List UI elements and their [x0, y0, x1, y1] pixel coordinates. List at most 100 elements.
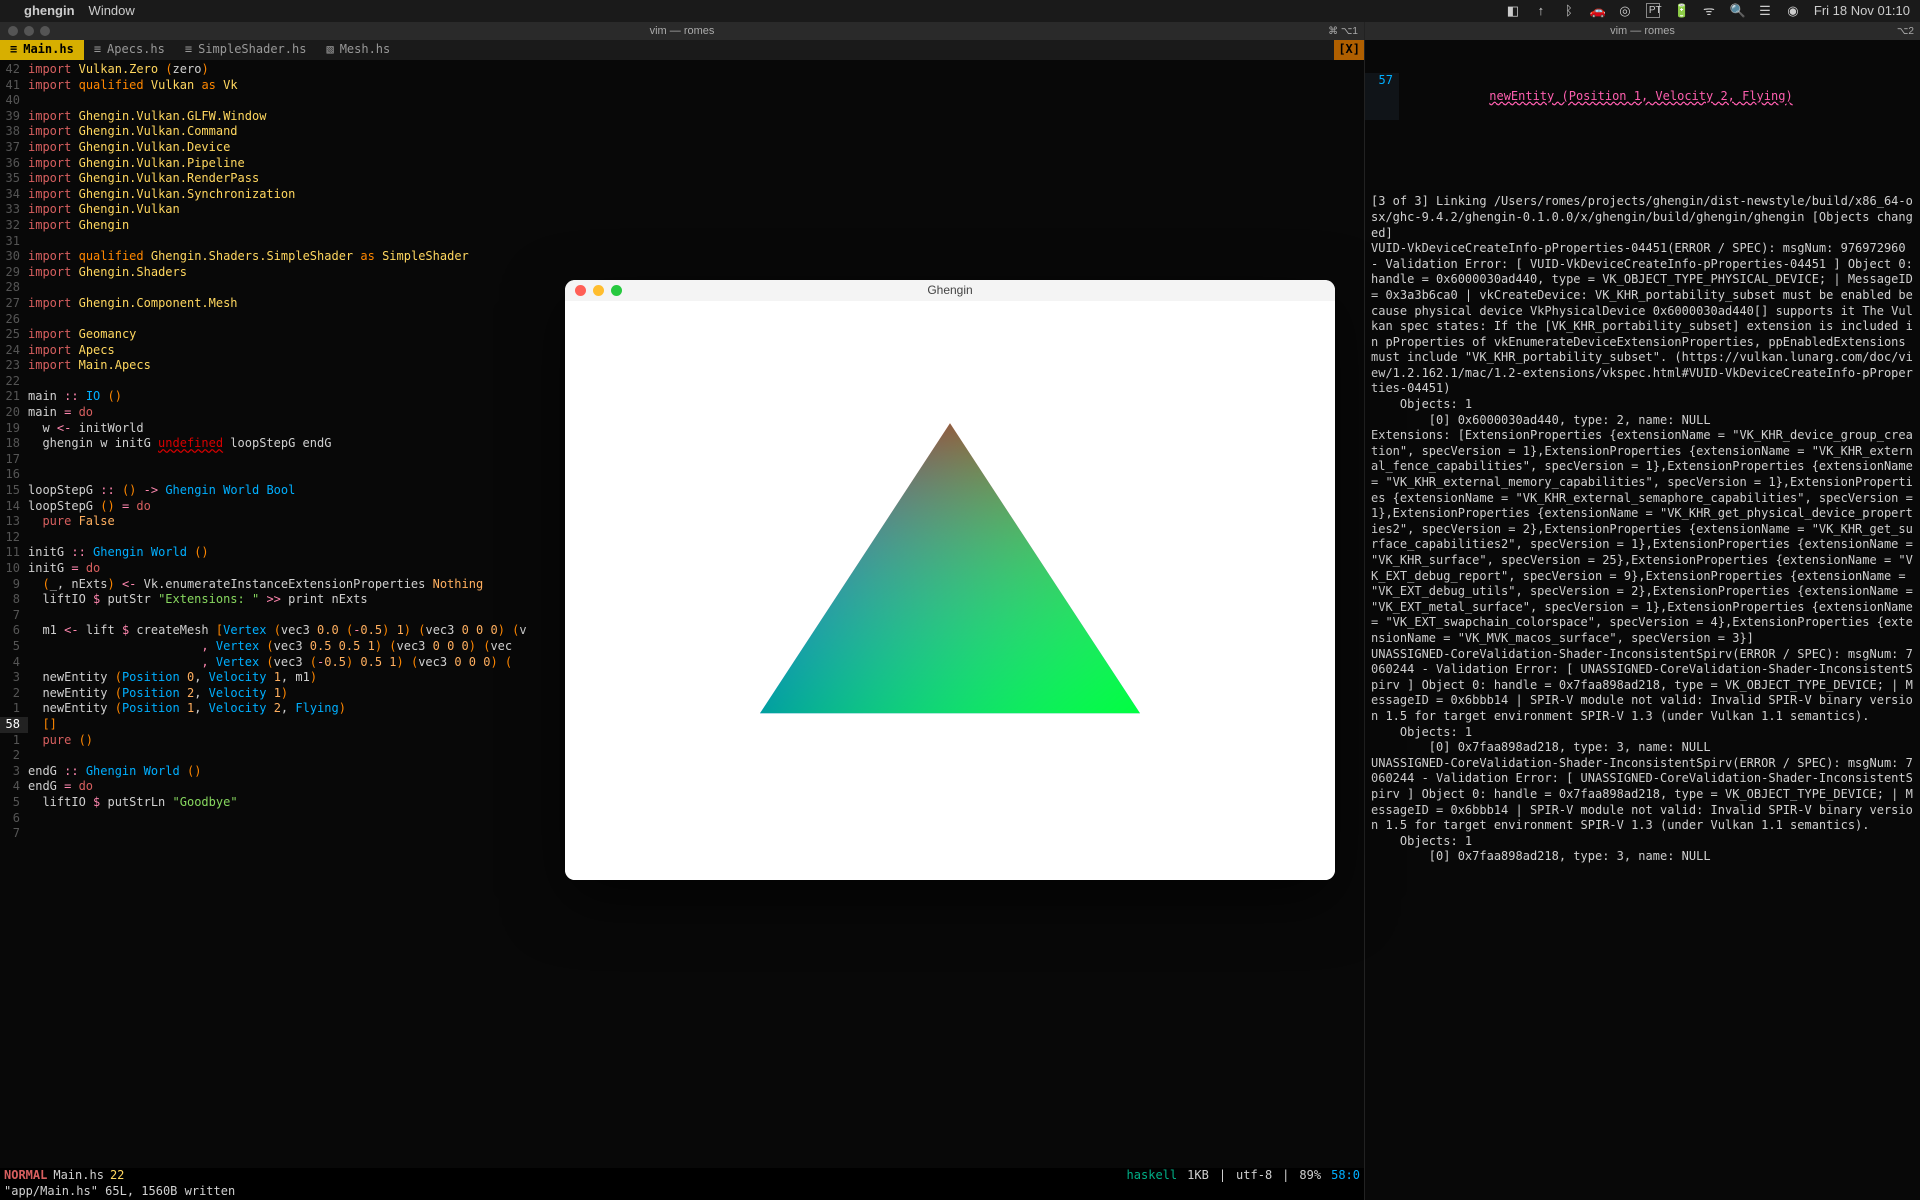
- pane-shortcut: ⌘ ⌥1: [1328, 25, 1358, 38]
- line-number: 27: [0, 296, 28, 312]
- code-line[interactable]: 29import Ghengin.Shaders: [0, 265, 1364, 281]
- line-number: 8: [0, 592, 28, 608]
- line-number: 12: [0, 530, 28, 546]
- menu-window[interactable]: Window: [89, 3, 135, 20]
- terminal-title: vim — romes: [650, 24, 715, 38]
- code-text: pure (): [28, 733, 93, 749]
- code-text: pure False: [28, 514, 115, 530]
- terminal-titlebar: vim — romes ⌘ ⌥1: [0, 22, 1364, 40]
- code-text: m1 <- lift $ createMesh [Vertex (vec3 0.…: [28, 623, 527, 639]
- code-text: import qualified Ghengin.Shaders.SimpleS…: [28, 249, 469, 265]
- tab-label: Main.hs: [23, 42, 74, 58]
- file-icon: ≡: [94, 42, 101, 58]
- code-text: import Ghengin.Vulkan.RenderPass: [28, 171, 259, 187]
- siri-icon[interactable]: ◉: [1786, 3, 1800, 20]
- line-number: 9: [0, 577, 28, 593]
- code-line[interactable]: 42import Vulkan.Zero (zero): [0, 62, 1364, 78]
- line-number: 18: [0, 436, 28, 452]
- tab-close-indicator[interactable]: [X]: [1334, 40, 1364, 60]
- target-icon[interactable]: ◎: [1618, 3, 1632, 20]
- line-number: 31: [0, 234, 28, 250]
- code-line[interactable]: 40: [0, 93, 1364, 109]
- file-icon: ≡: [10, 42, 17, 58]
- tab-label: Mesh.hs: [340, 42, 391, 58]
- line-number: 15: [0, 483, 28, 499]
- input-source[interactable]: PT: [1646, 3, 1660, 18]
- status-file: Main.hs: [53, 1168, 104, 1184]
- line-number: 4: [0, 779, 28, 795]
- line-number: 6: [0, 623, 28, 639]
- code-line[interactable]: 38import Ghengin.Vulkan.Command: [0, 124, 1364, 140]
- line-number: 35: [0, 171, 28, 187]
- battery-icon[interactable]: 🔋: [1674, 3, 1688, 20]
- line-number: 16: [0, 467, 28, 483]
- code-text: import Ghengin.Vulkan: [28, 202, 180, 218]
- code-line[interactable]: 37import Ghengin.Vulkan.Device: [0, 140, 1364, 156]
- wifi-icon[interactable]: ᯤ: [1702, 3, 1716, 20]
- code-text: loopStepG :: () -> Ghengin World Bool: [28, 483, 295, 499]
- line-number: 34: [0, 187, 28, 203]
- code-text: import Ghengin.Vulkan.Device: [28, 140, 230, 156]
- line-number: 3: [0, 670, 28, 686]
- code-text: import Main.Apecs: [28, 358, 151, 374]
- control-center-icon[interactable]: ☰: [1758, 3, 1772, 20]
- code-text: newEntity (Position 2, Velocity 1): [28, 686, 288, 702]
- status-icon[interactable]: ◧: [1506, 3, 1520, 20]
- window-titlebar[interactable]: Ghengin: [565, 280, 1335, 301]
- log-body: [3 of 3] Linking /Users/romes/projects/g…: [1365, 194, 1920, 865]
- line-number: 33: [0, 202, 28, 218]
- line-number: 32: [0, 218, 28, 234]
- terminal-title: vim — romes: [1610, 24, 1675, 38]
- build-log[interactable]: 57 newEntity (Position 1, Velocity 2, Fl…: [1365, 40, 1920, 1200]
- code-text: []: [28, 717, 57, 733]
- tab-apecs-hs[interactable]: ≡ Apecs.hs: [84, 40, 175, 60]
- ghengin-window[interactable]: Ghengin: [565, 280, 1335, 880]
- code-text: main = do: [28, 405, 93, 421]
- line-number: 58: [0, 717, 28, 733]
- code-text: initG :: Ghengin World (): [28, 545, 209, 561]
- line-number: 40: [0, 93, 28, 109]
- line-number: 4: [0, 655, 28, 671]
- line-number: 37: [0, 140, 28, 156]
- line-number: 57: [1365, 73, 1399, 120]
- code-text: endG :: Ghengin World (): [28, 764, 201, 780]
- window-title: Ghengin: [565, 283, 1335, 299]
- code-line[interactable]: 33import Ghengin.Vulkan: [0, 202, 1364, 218]
- line-number: 26: [0, 312, 28, 328]
- spotlight-icon[interactable]: 🔍: [1730, 3, 1744, 20]
- line-number: 5: [0, 639, 28, 655]
- line-number: 24: [0, 343, 28, 359]
- tab-mesh-hs[interactable]: ▧ Mesh.hs: [316, 40, 400, 60]
- file-icon: ≡: [185, 42, 192, 58]
- code-line[interactable]: 30import qualified Ghengin.Shaders.Simpl…: [0, 249, 1364, 265]
- car-icon[interactable]: 🚗: [1590, 3, 1604, 20]
- vim-mode: NORMAL: [4, 1168, 47, 1184]
- tab-simpleshader-hs[interactable]: ≡ SimpleShader.hs: [175, 40, 317, 60]
- code-line[interactable]: 31: [0, 234, 1364, 250]
- line-number: 7: [0, 826, 28, 842]
- line-number: 36: [0, 156, 28, 172]
- code-line[interactable]: 32import Ghengin: [0, 218, 1364, 234]
- line-number: 13: [0, 514, 28, 530]
- tab-main-hs[interactable]: ≡ Main.hs: [0, 40, 84, 60]
- status-filetype: haskell: [1127, 1168, 1178, 1184]
- code-text: liftIO $ putStr "Extensions: " >> print …: [28, 592, 368, 608]
- code-line[interactable]: 39import Ghengin.Vulkan.GLFW.Window: [0, 109, 1364, 125]
- code-text: import Ghengin.Component.Mesh: [28, 296, 238, 312]
- line-number: 23: [0, 358, 28, 374]
- status-icon[interactable]: ↑: [1534, 3, 1548, 20]
- menubar-clock[interactable]: Fri 18 Nov 01:10: [1814, 3, 1910, 20]
- line-number: 20: [0, 405, 28, 421]
- traffic-lights[interactable]: [8, 26, 50, 36]
- code-text: ghengin w initG undefined loopStepG endG: [28, 436, 331, 452]
- code-line[interactable]: 36import Ghengin.Vulkan.Pipeline: [0, 156, 1364, 172]
- buffer-tabbar: ≡ Main.hs ≡ Apecs.hs ≡ SimpleShader.hs ▧…: [0, 40, 1364, 60]
- line-number: 5: [0, 795, 28, 811]
- status-size: 1KB: [1187, 1168, 1209, 1184]
- code-line[interactable]: 35import Ghengin.Vulkan.RenderPass: [0, 171, 1364, 187]
- line-number: 2: [0, 686, 28, 702]
- bluetooth-icon[interactable]: ᛒ: [1562, 3, 1576, 20]
- code-line[interactable]: 34import Ghengin.Vulkan.Synchronization: [0, 187, 1364, 203]
- code-line[interactable]: 41import qualified Vulkan as Vk: [0, 78, 1364, 94]
- app-name[interactable]: ghengin: [24, 3, 75, 20]
